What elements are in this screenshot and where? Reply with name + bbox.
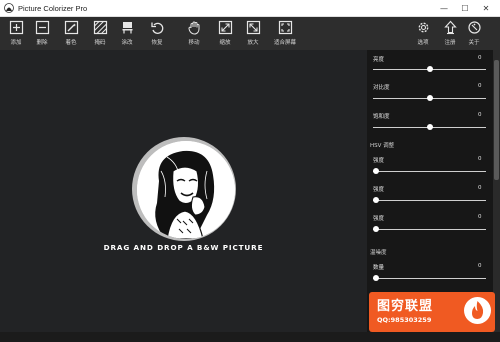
watermark-badge: 图穷联盟 QQ:985303259 (369, 292, 495, 332)
noise-section-title: 温噪度 (370, 250, 387, 256)
drop-instruction: DRAG AND DROP A B&W PICTURE (103, 243, 264, 252)
saturation-value: 0 (478, 112, 482, 118)
contrast-slider-thumb[interactable] (426, 95, 433, 101)
hsv-strength-1-value: 0 (478, 156, 482, 162)
hsv-strength-1-label: 强度 (373, 158, 385, 164)
toolbar: 添加 删除 着色 掩码 涂改 恢复 移动 缩放 放大 适合屏幕 选项 注册 关于 (0, 17, 500, 50)
hsv-strength-2-value: 0 (478, 185, 482, 191)
enlarge-label: 放大 (247, 40, 259, 46)
info-circle-icon (467, 21, 481, 34)
plus-box-icon (9, 20, 23, 35)
chair-eraser-icon (122, 22, 132, 34)
bw-portrait-illustration (137, 141, 235, 239)
hsv-strength-1-track[interactable] (373, 171, 486, 172)
magic-wand-box-icon (64, 20, 78, 35)
flame-logo-icon (464, 297, 491, 324)
hsv-strength-2-thumb[interactable] (373, 197, 379, 203)
minimize-button[interactable]: — (434, 0, 454, 17)
amount-track[interactable] (373, 278, 486, 279)
options-label: 选项 (417, 40, 429, 46)
undo-icon (150, 22, 163, 34)
app-icon (4, 3, 14, 13)
hsv-strength-1-thumb[interactable] (373, 168, 379, 174)
amount-value: 0 (478, 263, 482, 269)
hsv-strength-2-track[interactable] (373, 200, 486, 201)
adjustments-panel: 亮度 0 对比度 0 饱和度 0 HSV 调整 强度 0 强度 0 强度 0 温… (367, 50, 500, 332)
contrast-label: 对比度 (373, 85, 390, 91)
drop-canvas[interactable]: DRAG AND DROP A B&W PICTURE (0, 50, 367, 332)
fit-screen-icon (278, 20, 292, 35)
hsv-strength-3-thumb[interactable] (373, 226, 379, 232)
zoom-label: 缩放 (219, 40, 231, 46)
hand-icon (188, 21, 199, 35)
about-button[interactable]: 关于 (460, 18, 488, 49)
erase-button[interactable]: 涂改 (113, 18, 141, 49)
restore-button[interactable]: 恢复 (143, 18, 171, 49)
contrast-value: 0 (478, 83, 482, 89)
fit-screen-button[interactable]: 适合屏幕 (270, 18, 300, 49)
add-label: 添加 (10, 40, 22, 46)
hsv-strength-3-value: 0 (478, 214, 482, 220)
gear-icon (418, 22, 428, 33)
window-title: Picture Colorizer Pro (18, 3, 88, 13)
erase-label: 涂改 (121, 40, 133, 46)
brightness-value: 0 (478, 55, 482, 61)
expand-diagonal-icon (218, 20, 232, 35)
mask-button[interactable]: 掩码 (86, 18, 114, 49)
mask-label: 掩码 (94, 40, 106, 46)
saturation-slider-thumb[interactable] (426, 124, 433, 130)
amount-label: 数量 (373, 265, 385, 271)
hsv-strength-3-track[interactable] (373, 229, 486, 230)
options-button[interactable]: 选项 (409, 18, 437, 49)
move-button[interactable]: 移动 (180, 18, 208, 49)
saturation-label: 饱和度 (373, 114, 390, 120)
colorize-button[interactable]: 着色 (57, 18, 85, 49)
brightness-label: 亮度 (373, 57, 385, 63)
maximize-button[interactable]: ☐ (455, 0, 475, 17)
hatch-mask-icon (93, 20, 107, 35)
remove-button[interactable]: 删除 (28, 18, 56, 49)
zoom-button[interactable]: 缩放 (211, 18, 239, 49)
add-button[interactable]: 添加 (2, 18, 30, 49)
close-button[interactable]: ✕ (476, 0, 496, 17)
shrink-diagonal-icon (246, 20, 260, 35)
upload-arrow-icon (443, 20, 457, 35)
about-label: 关于 (468, 40, 480, 46)
watermark-title: 图穷联盟 (377, 299, 434, 314)
sample-portrait (137, 141, 235, 239)
minus-box-icon (35, 20, 49, 35)
fit-screen-label: 适合屏幕 (273, 40, 296, 46)
register-label: 注册 (444, 40, 456, 46)
hsv-strength-2-label: 强度 (373, 187, 385, 193)
hsv-section-title: HSV 调整 (370, 143, 395, 149)
restore-label: 恢复 (151, 40, 163, 46)
remove-label: 删除 (36, 40, 48, 46)
watermark-qq: QQ:985303259 (377, 316, 432, 324)
status-bar (0, 332, 500, 342)
move-label: 移动 (188, 40, 200, 46)
hsv-strength-3-label: 强度 (373, 216, 385, 222)
colorize-label: 着色 (65, 40, 77, 46)
title-bar: Picture Colorizer Pro (0, 0, 500, 17)
panel-scroll-thumb[interactable] (494, 60, 499, 180)
brightness-slider-thumb[interactable] (426, 66, 433, 72)
enlarge-button[interactable]: 放大 (239, 18, 267, 49)
amount-slider-thumb[interactable] (373, 275, 379, 281)
